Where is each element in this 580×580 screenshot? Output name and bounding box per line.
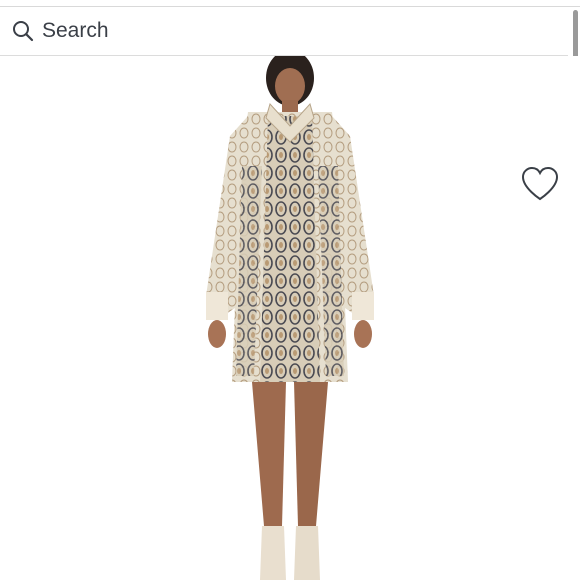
product-image[interactable] bbox=[190, 56, 390, 580]
search-icon bbox=[12, 20, 34, 42]
page bbox=[0, 0, 580, 580]
search-bar[interactable] bbox=[0, 7, 568, 56]
product-image-area[interactable] bbox=[0, 56, 580, 580]
heart-outline-icon[interactable] bbox=[520, 166, 560, 202]
search-input[interactable] bbox=[42, 19, 522, 43]
